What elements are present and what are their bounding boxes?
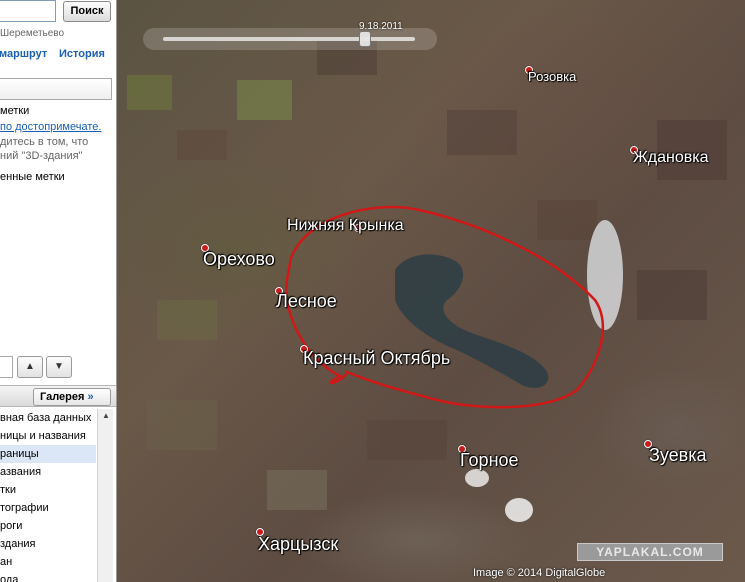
imagery-copyright: Image © 2014 DigitalGlobe	[473, 567, 606, 579]
layer-item[interactable]: тографии	[0, 499, 96, 517]
layer-item[interactable]: ода	[0, 571, 96, 582]
layers-list: вная база данных ницы и названия раницы …	[0, 409, 96, 582]
place-label: Красный Октябрь	[303, 348, 451, 368]
time-slider-track[interactable]	[163, 37, 415, 41]
gallery-button[interactable]: Галерея»	[33, 388, 111, 406]
layer-item-selected[interactable]: раницы	[0, 445, 96, 463]
time-slider-date: 9.18.2011	[359, 21, 403, 32]
move-down-button[interactable]: ▼	[46, 356, 72, 378]
layer-item[interactable]: роги	[0, 517, 96, 535]
route-link[interactable]: маршрут	[0, 48, 47, 60]
sidebar-panel: Поиск Шереметьево маршрут История метки …	[0, 0, 117, 582]
layer-item[interactable]: ницы и названия	[0, 427, 96, 445]
layers-header: Галерея»	[0, 385, 116, 407]
search-hint: Шереметьево	[0, 28, 65, 39]
map-imagery	[127, 40, 727, 522]
place-label: Розовка	[528, 69, 577, 84]
layer-item[interactable]: ан	[0, 553, 96, 571]
arrow-up-icon: ▲	[25, 361, 35, 372]
place-label: Зуевка	[649, 445, 707, 465]
place-label: Ждановка	[633, 149, 709, 166]
layers-scrollbar[interactable]: ▲	[97, 409, 113, 582]
places-item-saved-placemarks[interactable]: енные метки	[0, 171, 65, 183]
satellite-map[interactable]: 9.18.2011 Розовка Ждановка Нижняя Крынка…	[117, 0, 745, 582]
place-label: Лесное	[276, 291, 337, 311]
layer-item[interactable]: азвания	[0, 463, 96, 481]
places-item-placemarks[interactable]: метки	[0, 105, 29, 117]
cloud-patch	[587, 220, 623, 330]
scroll-up-arrow-icon[interactable]: ▲	[98, 409, 114, 423]
place-label: Горное	[460, 450, 519, 470]
search-input[interactable]	[0, 0, 56, 22]
layer-item[interactable]: здания	[0, 535, 96, 553]
places-nav-field[interactable]	[0, 356, 13, 378]
history-link[interactable]: История	[59, 48, 105, 60]
layer-item[interactable]: тки	[0, 481, 96, 499]
gallery-label: Галерея	[40, 391, 85, 403]
double-chevron-right-icon: »	[87, 391, 94, 403]
cloud-patch	[505, 498, 533, 522]
place-label: Харцызск	[258, 534, 339, 554]
place-label: Нижняя Крынка	[287, 217, 404, 234]
place-label: Орехово	[203, 249, 275, 269]
places-item-sightseeing-link[interactable]: по достопримечате.	[0, 121, 101, 133]
places-hint-line-1: дитесь в том, что	[0, 136, 89, 148]
move-up-button[interactable]: ▲	[17, 356, 43, 378]
cloud-patch	[465, 469, 489, 487]
time-slider-thumb[interactable]	[358, 31, 371, 47]
watermark: YAPLAKAL.COM	[577, 543, 723, 561]
arrow-down-icon: ▼	[54, 361, 64, 372]
places-header-bar	[0, 78, 112, 100]
places-hint-line-2: ний "3D-здания"	[0, 150, 83, 162]
layer-item[interactable]: вная база данных	[0, 409, 96, 427]
places-nav-row: ▲ ▼	[0, 355, 116, 379]
search-button[interactable]: Поиск	[63, 1, 111, 22]
